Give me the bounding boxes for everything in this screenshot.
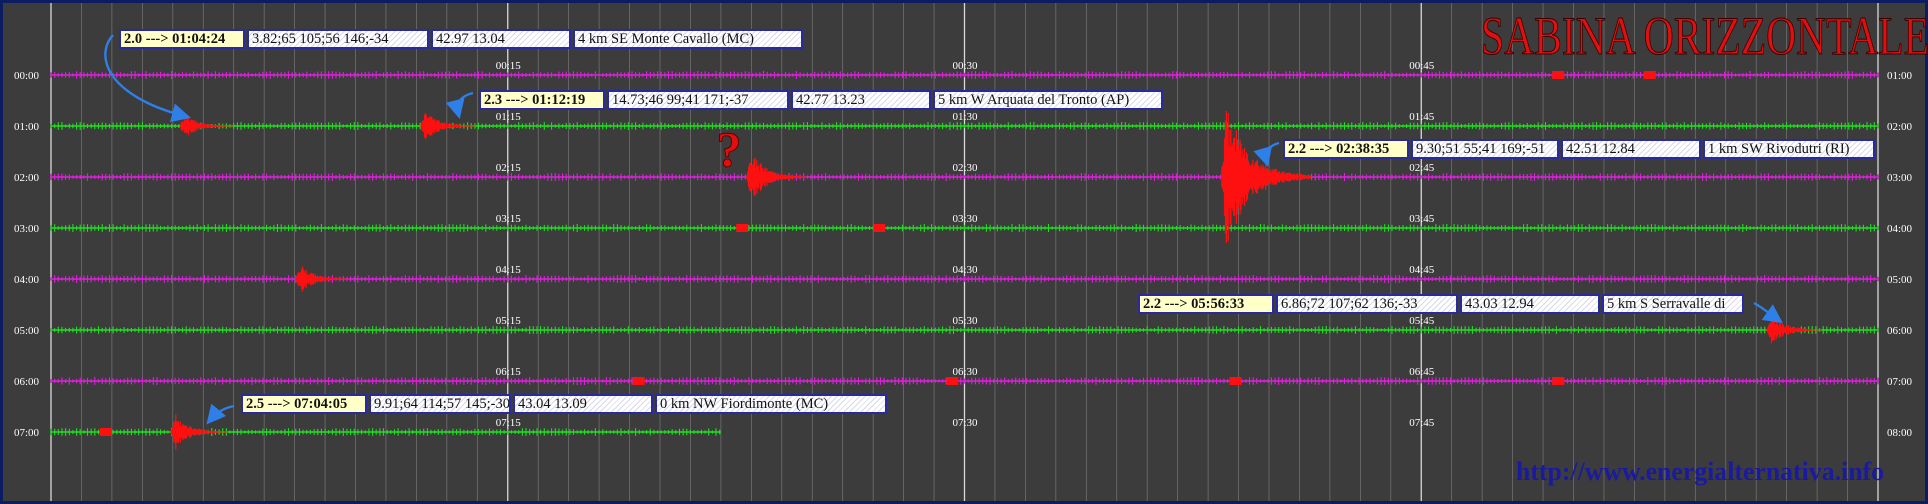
quarter-label: 06:15 [496,366,522,378]
quarter-label: 00:45 [1409,60,1435,72]
quarter-label: 03:45 [1409,213,1435,225]
event-parameters: 9.91;64 114;57 145;-30 [369,394,511,414]
question-mark: ? [717,121,742,177]
quarter-label: 05:15 [496,315,522,327]
quarter-label: 03:15 [496,213,522,225]
quarter-label: 04:30 [953,264,979,276]
event-magnitude-time: 2.2 ---> 02:38:35 [1283,139,1409,159]
event-blip [1552,377,1565,385]
event-magnitude-time: 2.2 ---> 05:56:33 [1138,294,1274,314]
event-location: 5 km W Arquata del Tronto (AP) [933,90,1163,110]
row-end-label: 05:00 [1887,274,1913,286]
row-end-label: 04:00 [1887,223,1913,235]
row-start-label: 06:00 [14,376,40,388]
event-parameters: 14.73;46 99;41 171;-37 [607,90,789,110]
quarter-label: 04:15 [496,264,522,276]
event-location: 5 km S Serravalle di [1602,294,1744,314]
event-blip [1229,377,1242,385]
event-blip [99,428,112,436]
event-location: 1 km SW Rivodutri (RI) [1703,139,1875,159]
event-magnitude-time: 2.5 ---> 07:04:05 [241,394,367,414]
event-coordinates: 42.77 13.23 [791,90,931,110]
event-location: 4 km SE Monte Cavallo (MC) [573,29,803,49]
event-blip [632,377,645,385]
event-blip [873,224,886,232]
quarter-label: 07:45 [1409,417,1435,429]
event-coordinates: 42.97 13.04 [431,29,571,49]
row-start-label: 00:00 [14,70,40,82]
seismogram-chart: 00:00 01:00 02:00 03:00 04:00 05:00 06:00 07:00… [0,0,1928,504]
row-end-label: 06:00 [1887,325,1913,337]
row-end-label: 01:00 [1887,70,1913,82]
event-parameters: 9.30;51 55;41 169;-51 [1411,139,1559,159]
row-end-label: 08:00 [1887,427,1913,439]
event-blip [736,224,749,232]
quarter-label: 01:45 [1409,111,1435,123]
quarter-label: 04:45 [1409,264,1435,276]
row-start-label: 03:00 [14,223,40,235]
event-coordinates: 43.04 13.09 [513,394,653,414]
quarter-label: 02:15 [496,162,522,174]
quarter-label: 02:30 [953,162,979,174]
quarter-label: 00:15 [496,60,522,72]
row-start-label: 01:00 [14,121,40,133]
event-magnitude-time: 2.3 ---> 01:12:19 [479,90,605,110]
event-coordinates: 43.03 12.94 [1460,294,1600,314]
event-parameters: 6.86;72 107;62 136;-33 [1276,294,1458,314]
chart-title: SABINA ORIZZONTALE [1481,6,1928,66]
site-url[interactable]: http://www.energialternativa.info [1516,457,1884,486]
row-end-label: 03:00 [1887,172,1913,184]
event-blip [946,377,959,385]
quarter-label: 07:30 [953,417,979,429]
row-start-label: 02:00 [14,172,40,184]
event-location: 0 km NW Fiordimonte (MC) [655,394,887,414]
row-end-label: 02:00 [1887,121,1913,133]
event-magnitude-time: 2.0 ---> 01:04:24 [119,29,245,49]
event-parameters: 3.82;65 105;56 146;-34 [247,29,429,49]
event-coordinates: 42.51 12.84 [1561,139,1701,159]
event-blip [1552,71,1565,79]
event-box-2: 2.3 ---> 01:12:19 14.73;46 99;41 171;-37… [479,90,1165,110]
quarter-label: 03:30 [953,213,979,225]
quarter-label: 02:45 [1409,162,1435,174]
quarter-label: 06:45 [1409,366,1435,378]
row-start-label: 05:00 [14,325,40,337]
quarter-label: 01:30 [953,111,979,123]
quarter-label: 06:30 [953,366,979,378]
event-box-5: 2.5 ---> 07:04:05 9.91;64 114;57 145;-30… [241,394,889,414]
quarter-label: 01:15 [496,111,522,123]
quarter-label: 05:30 [953,315,979,327]
event-box-4: 2.2 ---> 05:56:33 6.86;72 107;62 136;-33… [1138,294,1746,314]
row-start-label: 04:00 [14,274,40,286]
row-end-label: 07:00 [1887,376,1913,388]
event-box-1: 2.0 ---> 01:04:24 3.82;65 105;56 146;-34… [119,29,805,49]
quarter-label: 05:45 [1409,315,1435,327]
event-box-3: 2.2 ---> 02:38:35 9.30;51 55;41 169;-51 … [1283,139,1877,159]
quarter-label: 07:15 [496,417,522,429]
row-start-label: 07:00 [14,427,40,439]
quarter-label: 00:30 [953,60,979,72]
event-blip [1643,71,1656,79]
